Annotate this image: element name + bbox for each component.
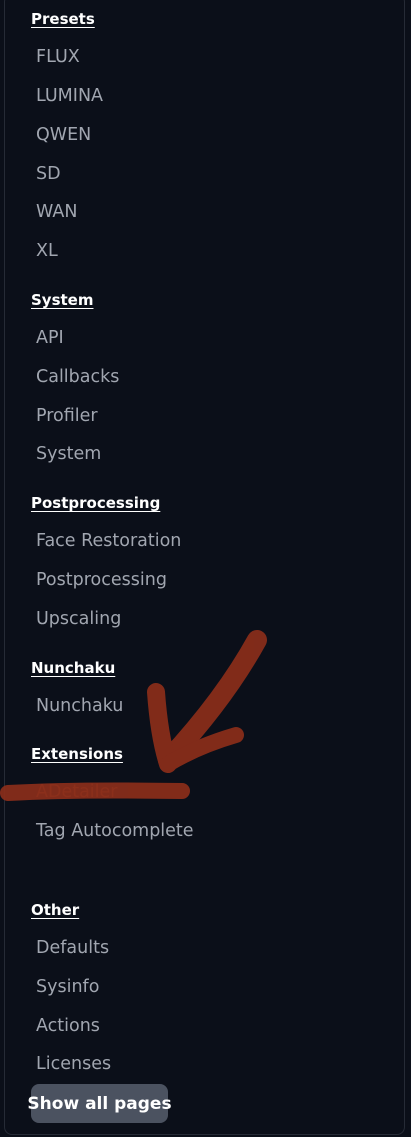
nav-item-postprocessing[interactable]: Postprocessing (36, 570, 167, 590)
nav-item-callbacks[interactable]: Callbacks (36, 367, 119, 387)
section-title-other: Other (31, 901, 80, 919)
nav-item-licenses[interactable]: Licenses (36, 1054, 111, 1074)
nav-item-actions[interactable]: Actions (36, 1016, 100, 1036)
nav-item-tag-autocomplete[interactable]: Tag Autocomplete (36, 816, 196, 846)
nav-item-nunchaku[interactable]: Nunchaku (36, 696, 123, 716)
nav-item-lumina[interactable]: LUMINA (36, 86, 103, 106)
nav-item-flux[interactable]: FLUX (36, 47, 80, 67)
nav-item-sysinfo[interactable]: Sysinfo (36, 977, 99, 997)
nav-item-api[interactable]: API (36, 328, 64, 348)
settings-nav-panel (4, 0, 405, 1135)
section-title-system: System (31, 291, 94, 309)
nav-item-qwen[interactable]: QWEN (36, 125, 91, 145)
nav-item-system[interactable]: System (36, 444, 101, 464)
section-title-extensions: Extensions (31, 745, 123, 763)
show-all-pages-button[interactable]: Show all pages (27, 1084, 172, 1123)
nav-item-wan[interactable]: WAN (36, 202, 77, 222)
nav-item-face-restoration[interactable]: Face Restoration (36, 531, 181, 551)
nav-item-upscaling[interactable]: Upscaling (36, 609, 121, 629)
nav-item-xl[interactable]: XL (36, 241, 58, 261)
section-title-presets: Presets (31, 10, 95, 28)
nav-item-adetailer[interactable]: ADetailer (36, 782, 117, 802)
section-title-nunchaku: Nunchaku (31, 659, 116, 677)
nav-item-sd[interactable]: SD (36, 164, 61, 184)
nav-item-profiler[interactable]: Profiler (36, 406, 98, 426)
section-title-postprocessing: Postprocessing (31, 494, 161, 512)
nav-item-defaults[interactable]: Defaults (36, 938, 109, 958)
